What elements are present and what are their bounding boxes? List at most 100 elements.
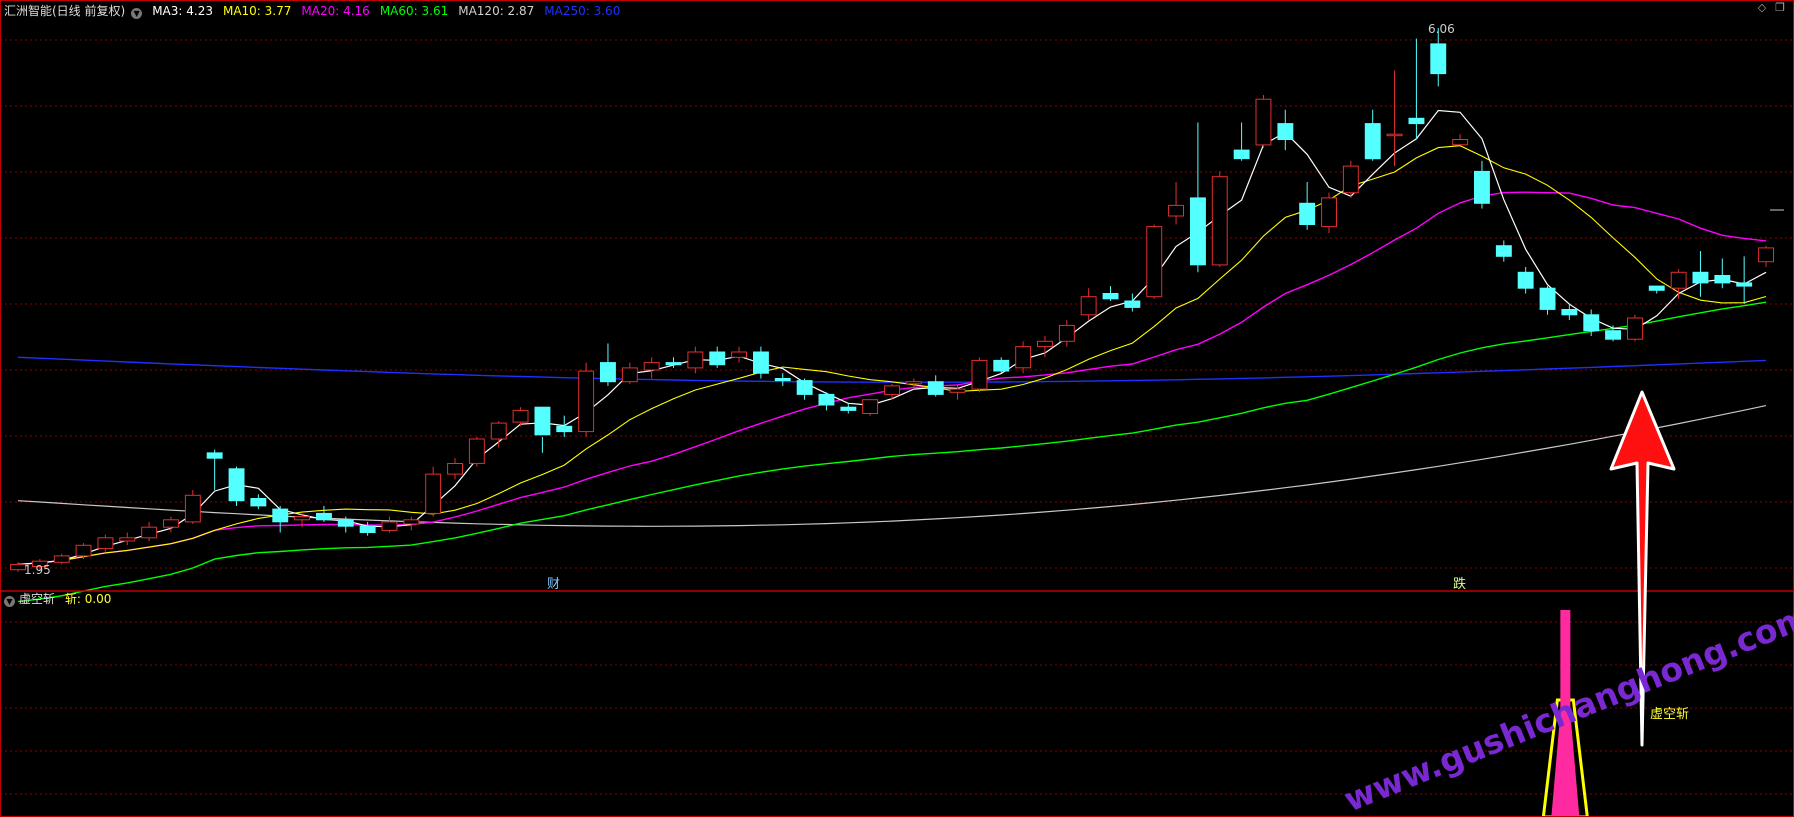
candle-body	[643, 362, 660, 371]
candle-body	[294, 516, 311, 521]
candle	[250, 494, 267, 510]
candle-body	[163, 519, 179, 528]
candle-body	[1386, 133, 1403, 137]
candle-body	[1714, 275, 1731, 284]
candle	[556, 415, 573, 437]
candle-body	[1758, 247, 1774, 263]
candle	[884, 383, 900, 400]
marker-die[interactable]: 跌	[1453, 576, 1466, 592]
candle-body	[1670, 271, 1687, 289]
candle	[1692, 251, 1709, 297]
candle	[425, 466, 442, 517]
candle	[97, 534, 114, 552]
candle-body	[1430, 43, 1447, 75]
ma-legend-item: MA250: 3.60	[544, 4, 621, 18]
candle-body	[53, 555, 70, 563]
candle-body	[1211, 176, 1228, 266]
candle-body	[1736, 282, 1753, 287]
window-border	[0, 0, 1794, 817]
candle	[578, 362, 595, 437]
candle-body	[731, 351, 747, 358]
candle-body	[1058, 324, 1075, 342]
candle	[971, 357, 988, 393]
candle-body	[774, 378, 791, 382]
candle	[1430, 28, 1447, 87]
low-price-label: 1.95	[24, 563, 51, 577]
candle-body	[884, 385, 900, 395]
candle-body	[1474, 170, 1490, 204]
candle-body	[709, 351, 726, 366]
diamond-icon[interactable]: ◇	[1756, 2, 1768, 14]
candle-body	[1583, 314, 1600, 332]
candle-body	[796, 380, 813, 395]
candle-body	[1102, 293, 1119, 300]
candle-body	[1080, 296, 1097, 316]
candle	[1102, 286, 1119, 301]
candle-body	[1190, 197, 1206, 266]
candle-body	[1539, 287, 1556, 310]
candle-body	[490, 422, 507, 440]
chevron-down-icon[interactable]: ▼	[131, 8, 143, 19]
stock-title: 汇洲智能(日线 前复权)	[4, 4, 126, 18]
candle-body	[1648, 285, 1665, 291]
candle-body	[1408, 117, 1425, 125]
chart-canvas[interactable]: 6.06 1.95 财 跌 虚空斩 www.gushichanghong.com	[0, 0, 1794, 817]
candle-body	[600, 362, 616, 383]
candle	[1233, 122, 1250, 161]
candle	[1758, 245, 1774, 267]
candle	[1561, 304, 1578, 321]
candle-body	[1561, 309, 1578, 316]
candle-body	[1146, 226, 1163, 298]
marker-cai[interactable]: 财	[547, 577, 560, 592]
ma60-line	[17, 301, 1767, 603]
candlestick-series[interactable]	[10, 28, 1774, 572]
candle-body	[862, 399, 879, 415]
candle-body	[578, 370, 595, 433]
candle	[687, 346, 704, 374]
candle	[709, 346, 726, 368]
restore-icon[interactable]: ❐	[1774, 2, 1786, 14]
ma-legend-item: MA10: 3.77	[222, 4, 292, 18]
candle	[1168, 182, 1184, 225]
candle	[184, 490, 201, 525]
candle	[1714, 258, 1731, 289]
candle-body	[1124, 300, 1141, 308]
ma-legend-item: MA20: 4.16	[301, 4, 370, 18]
candle-body	[949, 388, 966, 393]
candle-body	[272, 508, 289, 523]
candle-body	[840, 406, 857, 411]
candle	[1539, 286, 1556, 315]
candle-body	[1321, 197, 1337, 228]
candle	[1386, 70, 1403, 167]
candle-body	[403, 519, 420, 525]
candle-body	[621, 367, 638, 383]
chevron-down-icon[interactable]: ▼	[4, 596, 15, 607]
candle	[403, 516, 420, 531]
candle-body	[556, 425, 573, 433]
candle-body	[447, 463, 464, 475]
candle-body	[905, 381, 922, 385]
candle-body	[119, 537, 136, 542]
candle-body	[1495, 245, 1512, 257]
candle-body	[534, 406, 551, 436]
candle	[600, 343, 616, 386]
candle	[1648, 285, 1665, 294]
candle	[228, 466, 245, 506]
candle-body	[971, 359, 988, 390]
candle	[119, 532, 136, 546]
candle	[731, 346, 747, 363]
candle	[141, 521, 158, 542]
candle	[1277, 109, 1294, 151]
candle-body	[206, 452, 223, 459]
candle-body	[359, 525, 376, 533]
candle-body	[1015, 346, 1032, 369]
indicator-name: 虚空斩	[19, 592, 56, 606]
candle-body	[1255, 98, 1272, 146]
main-legend: 汇洲智能(日线 前复权) ▼ MA3: 4.23 MA10: 3.77 MA20: 4.…	[4, 3, 620, 19]
candle	[840, 402, 857, 414]
candle-body	[1364, 123, 1381, 160]
candle-body	[1605, 330, 1621, 340]
sub-legend: ▼ 虚空斩 斩: 0.00	[4, 591, 111, 607]
candle-body	[381, 521, 398, 531]
candle-body	[927, 381, 944, 395]
